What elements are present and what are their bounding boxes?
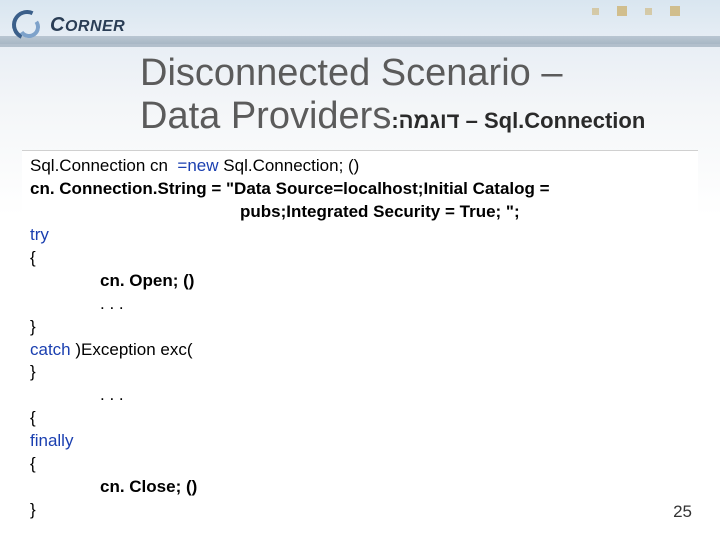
code-line: {	[30, 407, 690, 430]
logo-text: CORNER	[50, 14, 125, 37]
accent-square-icon	[670, 6, 680, 16]
accent-square-icon	[617, 6, 627, 16]
slide-title: Disconnected Scenario – Data Providers:ד…	[0, 52, 720, 138]
code-line: {	[30, 453, 690, 476]
code-line: Sql.Connection cn =new Sql.Connection; (…	[30, 155, 690, 178]
title-line-2: Data Providers	[140, 95, 391, 137]
title-subtitle: :דוגמה – Sql.Connection	[391, 108, 645, 133]
slide-header: CORNER	[0, 0, 720, 52]
code-line: }	[30, 316, 690, 339]
code-line: . . .	[30, 384, 690, 407]
code-line: cn. Open; ()	[30, 270, 690, 293]
accent-square-icon	[645, 8, 652, 15]
page-number: 25	[673, 502, 692, 522]
code-line: catch )Exception exc(	[30, 339, 690, 362]
code-line: }	[30, 361, 690, 384]
decorative-accents	[592, 6, 680, 16]
code-line: cn. Close; ()	[30, 476, 690, 499]
logo-swirl-icon	[6, 4, 48, 46]
code-line: cn. Connection.String = "Data Source=loc…	[30, 178, 690, 201]
code-line: {	[30, 247, 690, 270]
code-block: Sql.Connection cn =new Sql.Connection; (…	[22, 150, 698, 526]
code-line: pubs;Integrated Security = True; ";	[30, 201, 690, 224]
code-line: finally	[30, 430, 690, 453]
code-line: . . .	[30, 293, 690, 316]
code-line: }	[30, 499, 690, 522]
accent-square-icon	[592, 8, 599, 15]
code-line: try	[30, 224, 690, 247]
slide: CORNER Disconnected Scenario – Data Prov…	[0, 0, 720, 540]
title-line-1: Disconnected Scenario –	[140, 52, 696, 95]
corner-logo: CORNER	[6, 4, 125, 46]
